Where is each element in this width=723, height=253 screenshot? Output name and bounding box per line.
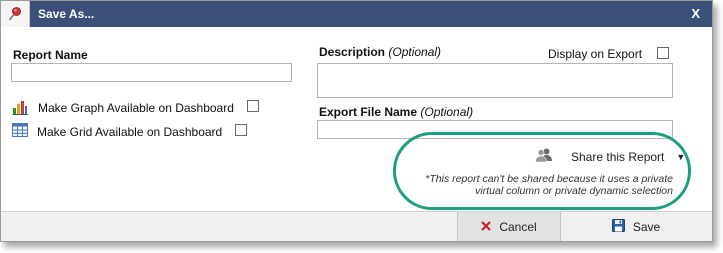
display-on-export-label: Display on Export — [548, 47, 643, 61]
bar-chart-icon — [12, 99, 28, 115]
graph-dashboard-label: Make Graph Available on Dashboard — [38, 101, 234, 115]
cancel-button[interactable]: Cancel — [457, 212, 561, 241]
graph-dashboard-checkbox[interactable] — [247, 100, 259, 112]
grid-table-icon — [12, 123, 28, 137]
grid-dashboard-label: Make Grid Available on Dashboard — [37, 125, 223, 139]
floppy-disk-icon — [611, 219, 625, 235]
cancel-label: Cancel — [499, 220, 537, 234]
save-label: Save — [632, 220, 661, 234]
dialog-footer: Cancel Save — [1, 211, 712, 241]
description-textarea[interactable] — [317, 63, 673, 98]
display-on-export-checkbox[interactable] — [657, 47, 669, 59]
export-file-optional: (Optional) — [420, 105, 474, 119]
export-file-label: Export File Name (Optional) — [319, 105, 474, 119]
dialog-titlebar: Save As... X — [1, 1, 712, 27]
grid-dashboard-checkbox[interactable] — [235, 124, 247, 136]
x-icon — [481, 220, 492, 234]
report-name-input[interactable] — [11, 63, 292, 82]
report-name-label: Report Name — [13, 48, 88, 62]
save-as-dialog: Save As... X Report Name Make Graph Avai… — [0, 0, 713, 242]
description-label: Description (Optional) — [319, 45, 442, 59]
dialog-title: Save As... — [38, 7, 95, 21]
close-button[interactable]: X — [691, 6, 700, 21]
highlight-ring — [393, 132, 691, 210]
description-optional: (Optional) — [388, 45, 442, 59]
save-button[interactable]: Save — [561, 212, 711, 241]
pushpin-icon — [1, 1, 30, 27]
